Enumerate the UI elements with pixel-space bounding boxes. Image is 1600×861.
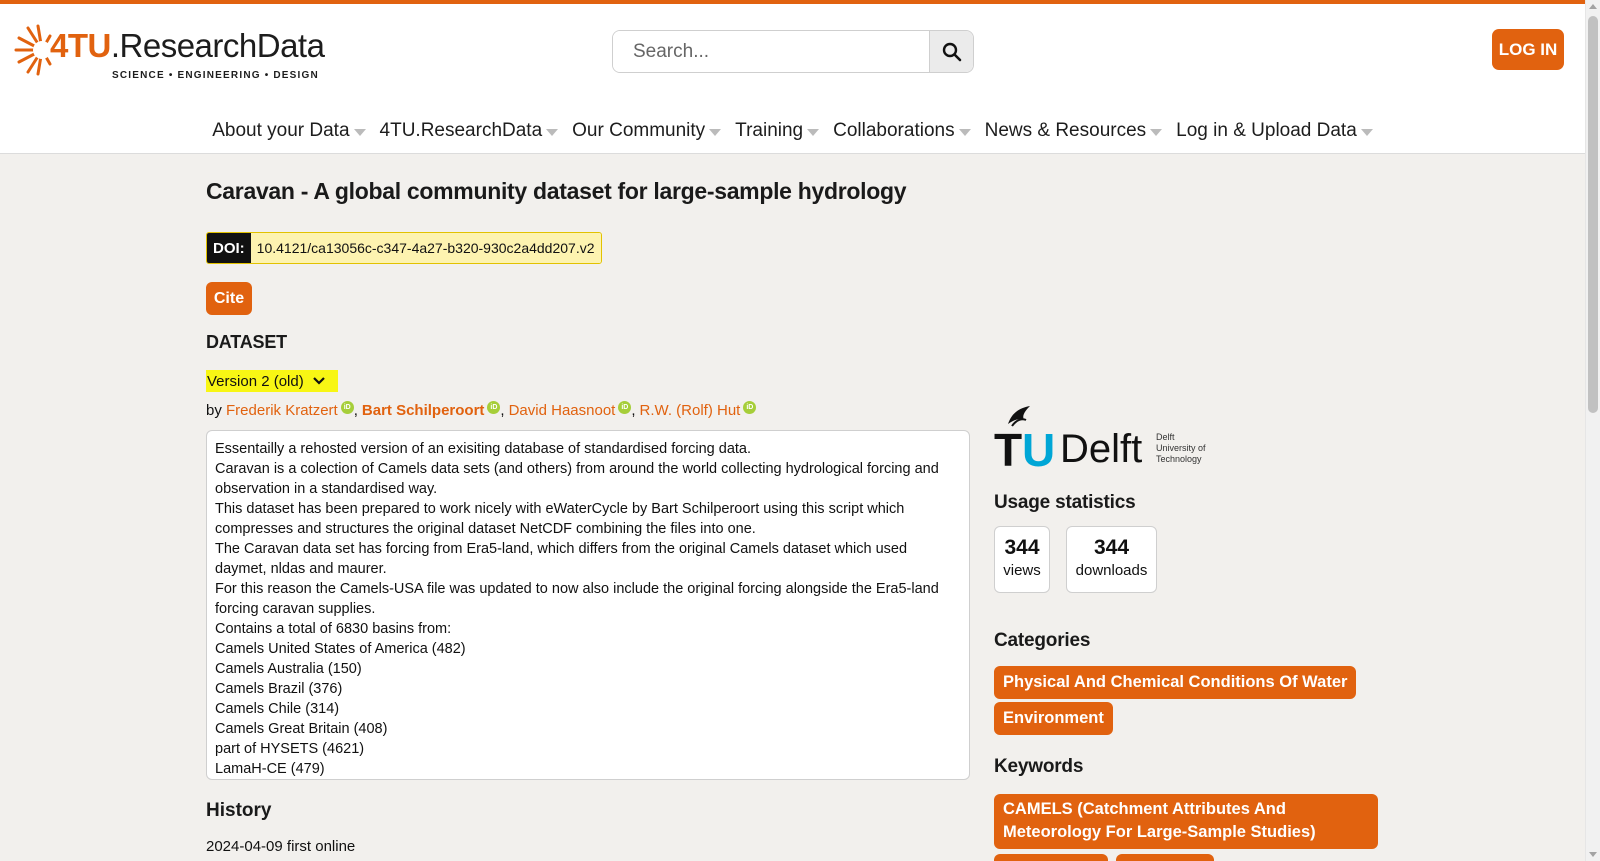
author-separator: , [631,402,636,419]
caret-down-icon [807,128,820,136]
site-logo[interactable]: 4TU.ResearchData SCIENCE • ENGINEERING •… [14,18,325,82]
caret-down-icon [546,128,559,136]
tu-delft-wordmark: Delft [1060,427,1142,471]
description-line: Contains a total of 6830 basins from: [215,621,452,637]
nav-4tu-researchdata[interactable]: 4TU.ResearchData [380,120,559,142]
downloads-label: downloads [1075,562,1148,579]
description-line: part of HYSETS (4621) [215,741,365,757]
doi-label: DOI: [207,233,251,263]
caret-down-icon [958,128,971,136]
nav-collaborations[interactable]: Collaborations [833,120,971,142]
tu-sub-line: Technology [1156,454,1202,464]
tu-sub-line: Delft [1156,432,1175,442]
nav-label: News & Resources [984,120,1147,141]
main-nav: About your Data 4TU.ResearchData Our Com… [0,108,1585,154]
nav-label: About your Data [212,120,350,141]
tu-sub-line: University of [1156,443,1206,453]
description-line: The Caravan data set has forcing from Er… [215,541,908,577]
usage-statistics-heading: Usage statistics [994,492,1136,513]
description-line: Camels Brazil (376) [215,681,343,697]
nav-label: Our Community [572,120,706,141]
dataset-description: Essentailly a rehosted version of an exi… [206,430,970,780]
dataset-section-label: DATASET [206,332,287,352]
site-header: 4TU.ResearchData SCIENCE • ENGINEERING •… [0,4,1585,154]
page-title: Caravan - A global community dataset for… [206,178,907,204]
author-list: by Frederik Kratzert iD, Bart Schilperoor… [206,401,757,419]
logo-tagline: SCIENCE • ENGINEERING • DESIGN [112,70,319,81]
nav-label: Training [735,120,804,141]
search-bar [612,30,974,73]
nav-our-community[interactable]: Our Community [572,120,722,142]
search-button[interactable] [929,31,973,72]
orcid-icon[interactable]: iD [487,401,501,414]
tu-letter-u: U [1022,424,1053,472]
cite-button[interactable]: Cite [206,282,252,315]
description-line: Caravan is a colection of Camels data se… [215,461,939,497]
caret-down-icon [1150,128,1163,136]
chevron-down-icon [312,377,325,385]
history-heading: History [206,800,272,821]
orcid-icon[interactable]: iD [340,401,354,414]
nav-label: Log in & Upload Data [1176,120,1357,141]
login-button[interactable]: LOG IN [1492,29,1564,70]
description-line: Camels Australia (150) [215,661,362,677]
downloads-stat: 344 downloads [1066,526,1157,593]
caret-down-icon [1360,128,1373,136]
logo-wordmark: 4TU.ResearchData [50,27,325,64]
views-label: views [1003,562,1041,579]
magnifier-icon [942,42,961,61]
description-line: Camels Chile (314) [215,701,340,717]
by-label: by [206,402,222,419]
nav-about-your-data[interactable]: About your Data [212,120,366,142]
version-select[interactable]: Version 2 (old) [206,370,338,392]
downloads-count: 344 [1093,536,1130,559]
category-tag[interactable]: Physical And Chemical Conditions Of Wate… [994,666,1357,699]
keyword-tag[interactable]: CAMELS (Catchment Attributes And Meteoro… [994,794,1378,849]
scroll-down-icon[interactable] [1589,852,1597,857]
keyword-tag-partial[interactable] [994,854,1108,861]
description-line: This dataset has been prepared to work n… [215,501,905,537]
history-entry: 2024-04-09 first online [206,838,356,855]
description-line: For this reason the Camels-USA file was … [215,581,939,617]
description-line: Camels United States of America (482) [215,641,466,657]
tu-delft-logo[interactable]: T U Delft Delft University of Technology [994,402,1224,476]
nav-news-resources[interactable]: News & Resources [985,120,1163,142]
category-tag[interactable]: Environment [994,702,1113,735]
tu-delft-logo-icon: T U Delft Delft University of Technology [994,406,1206,476]
nav-login-upload[interactable]: Log in & Upload Data [1176,120,1373,142]
author-link[interactable]: R.W. (Rolf) Hut [640,402,741,419]
page-scrollbar[interactable] [1585,0,1600,861]
author-link[interactable]: Frederik Kratzert [226,402,338,419]
views-stat: 344 views [994,526,1050,593]
author-link[interactable]: Bart Schilperoort [362,402,485,419]
keywords-heading: Keywords [994,756,1084,777]
author-separator: , [353,402,358,419]
orcid-icon[interactable]: iD [743,401,757,414]
author-link[interactable]: David Haasnoot [509,402,616,419]
keyword-tag-partial[interactable] [1116,854,1214,861]
scroll-up-icon[interactable] [1589,4,1597,9]
sunburst-logo-icon [14,24,54,76]
categories-heading: Categories [994,630,1091,651]
description-line: Essentailly a rehosted version of an exi… [215,441,752,457]
orcid-icon[interactable]: iD [618,401,632,414]
nav-training[interactable]: Training [735,120,820,142]
nav-label: 4TU.ResearchData [379,120,543,141]
author-separator: , [500,402,505,419]
scrollbar-thumb[interactable] [1588,16,1598,413]
search-input[interactable] [613,31,929,72]
version-value: Version 2 (old) [207,372,304,390]
caret-down-icon [709,128,722,136]
doi-value: 10.4121/ca13056c-c347-4a27-b320-930c2a4d… [250,233,601,263]
doi-badge[interactable]: DOI: 10.4121/ca13056c-c347-4a27-b320-930… [206,232,602,264]
description-line: Camels Great Britain (408) [215,721,388,737]
views-count: 344 [1004,536,1040,559]
description-line: LamaH-CE (479) [215,761,325,777]
tu-letter-t: T [994,424,1022,472]
caret-down-icon [353,128,366,136]
nav-label: Collaborations [833,120,955,141]
